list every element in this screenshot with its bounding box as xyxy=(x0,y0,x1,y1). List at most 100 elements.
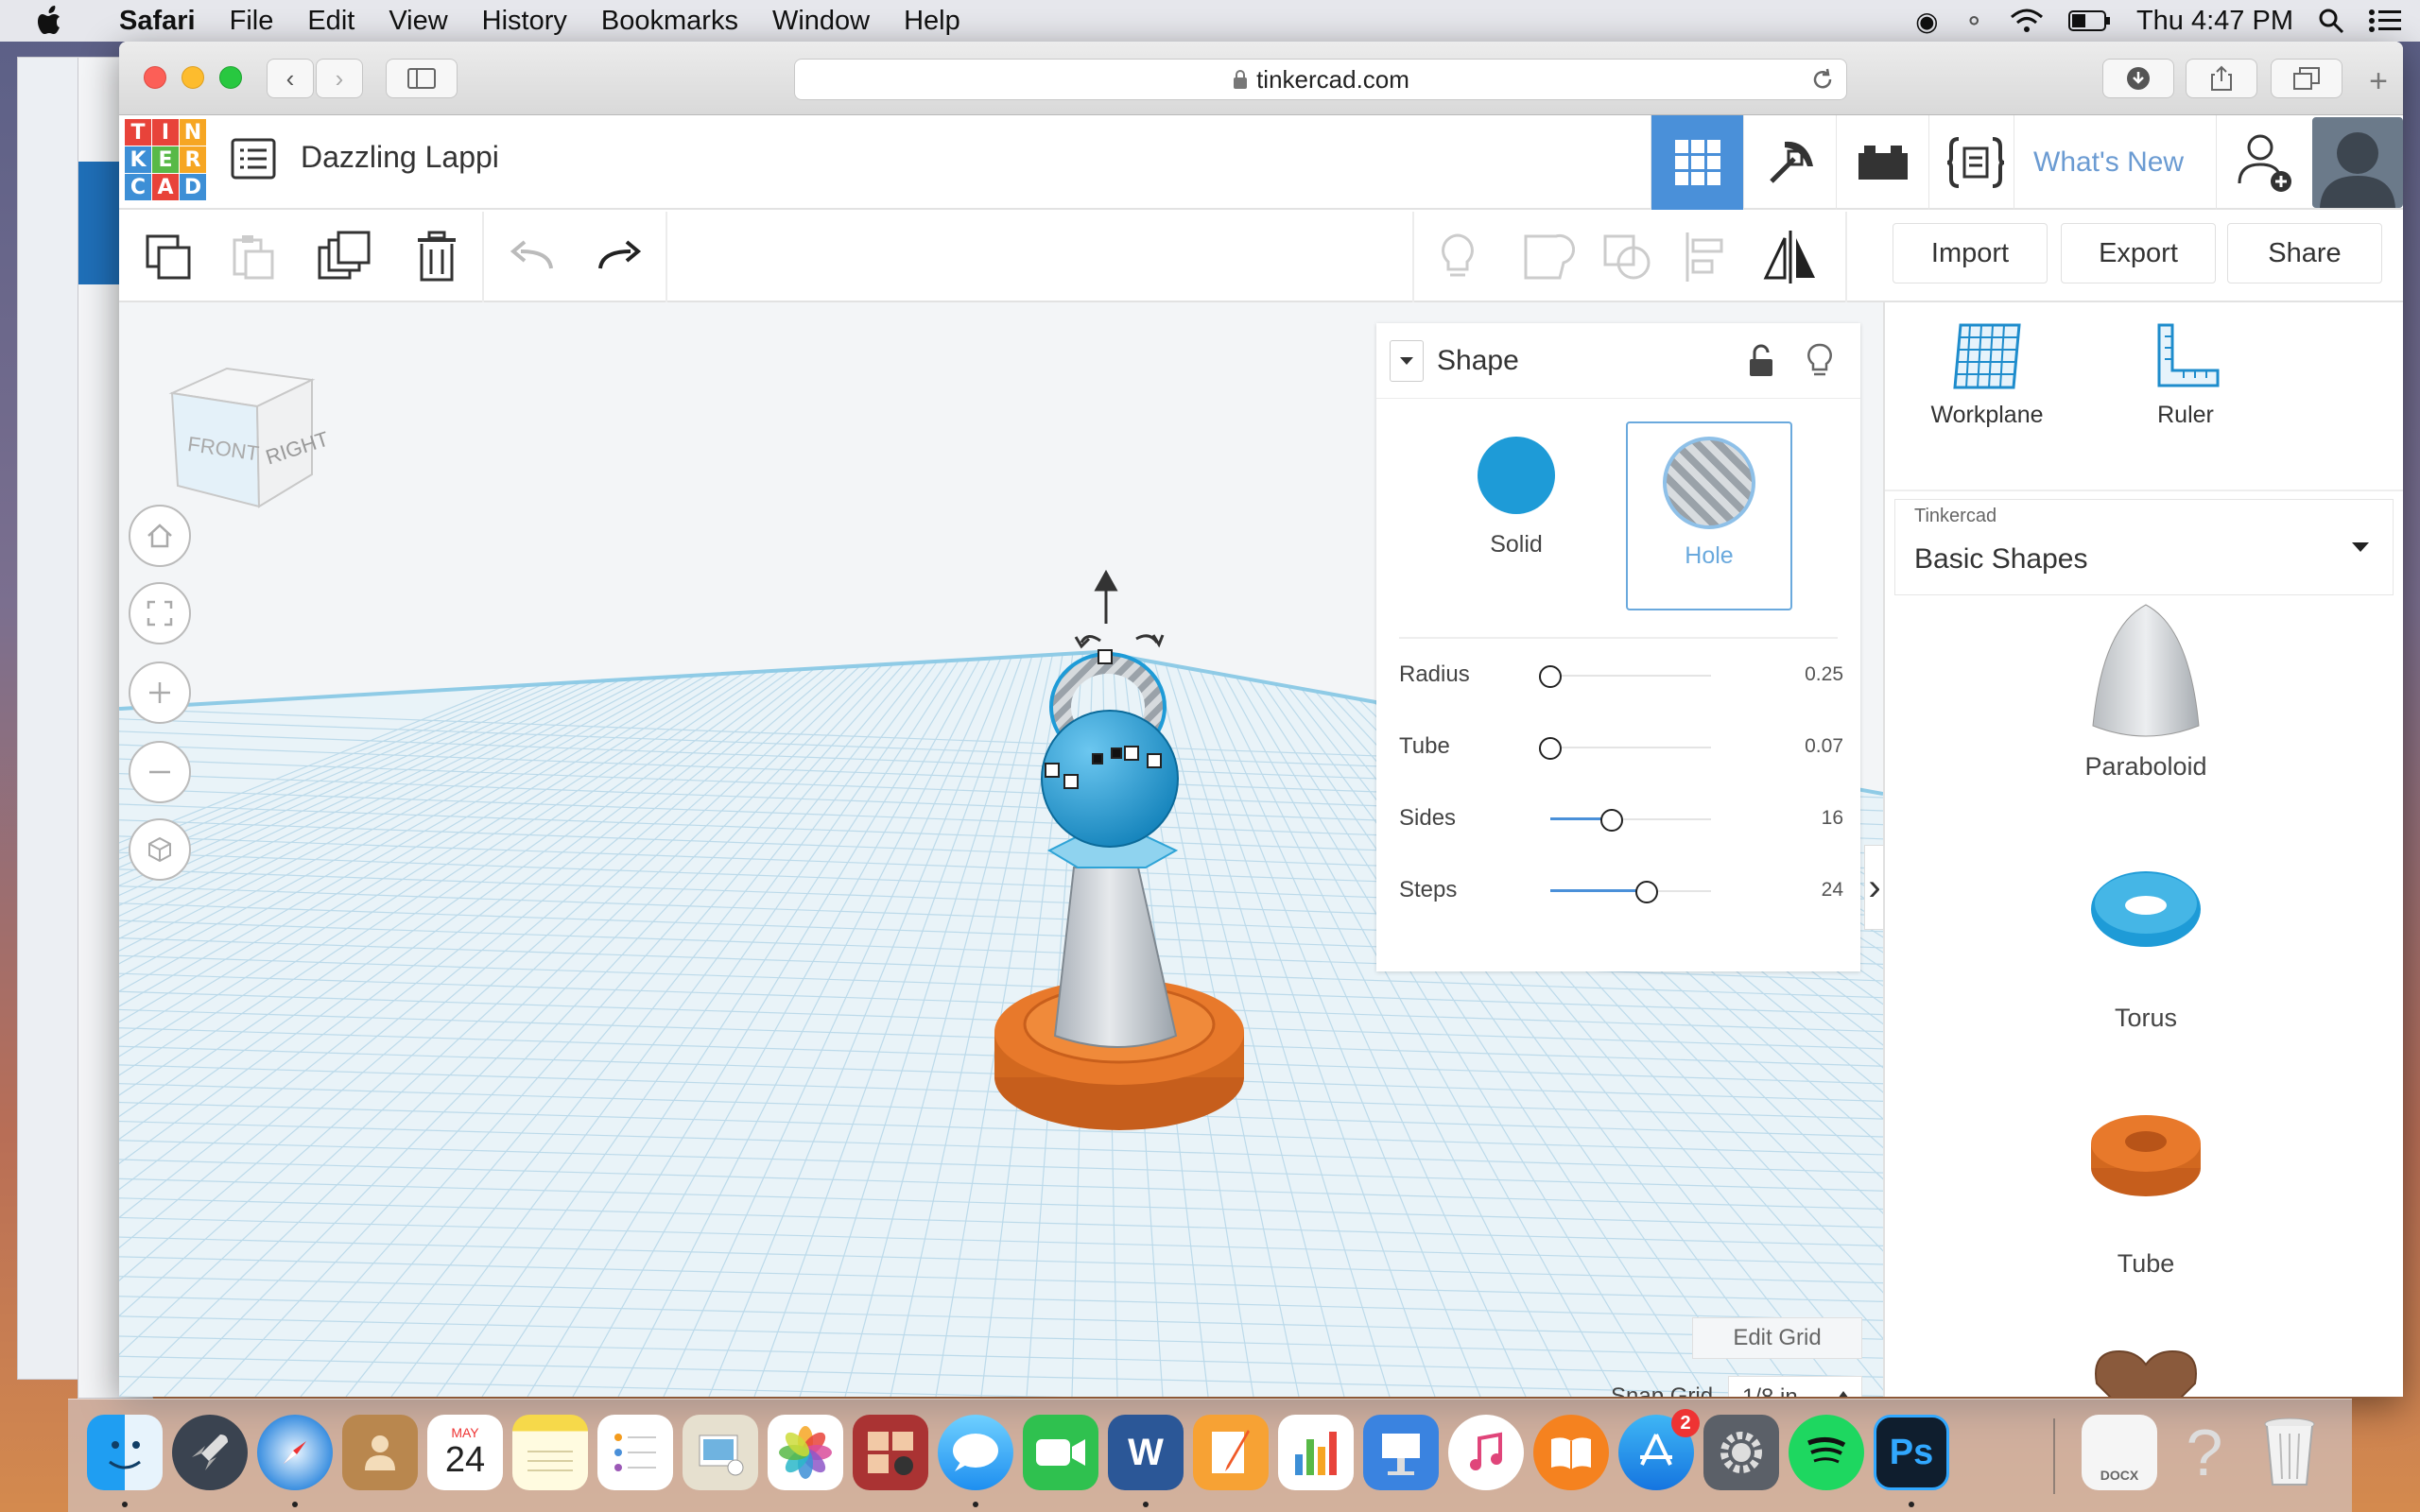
forward-button[interactable]: › xyxy=(316,59,363,98)
move-rotate-gizmo[interactable] xyxy=(1074,569,1165,649)
property-value[interactable]: 0.07 xyxy=(1805,735,1843,758)
slider-knob[interactable] xyxy=(1539,737,1562,760)
keynote-dock-icon[interactable] xyxy=(1363,1415,1439,1490)
redo-button[interactable] xyxy=(592,229,648,285)
apple-menu-icon[interactable] xyxy=(0,6,102,36)
3d-design-view-button[interactable] xyxy=(1651,115,1743,210)
property-value[interactable]: 16 xyxy=(1822,807,1843,830)
photo-booth-dock-icon[interactable] xyxy=(853,1415,928,1490)
finder-dock-icon[interactable] xyxy=(87,1415,163,1490)
edit-grid-button[interactable]: Edit Grid xyxy=(1692,1317,1862,1359)
ungroup-button[interactable] xyxy=(1599,229,1656,285)
whats-new-link[interactable]: What's New xyxy=(2014,115,2203,210)
resize-handle[interactable] xyxy=(1063,774,1079,789)
shape-library-select[interactable]: Tinkercad Basic Shapes xyxy=(1894,499,2394,595)
menu-file[interactable]: File xyxy=(213,6,291,37)
sidebar-toggle-button[interactable] xyxy=(386,59,458,98)
perspective-toggle-button[interactable] xyxy=(129,818,191,881)
wifi-icon[interactable] xyxy=(2010,8,2044,34)
workspace-viewport[interactable]: FRONT RIGHT Shape Solid Hole Radius 0.25… xyxy=(119,302,1883,1397)
undo-button[interactable] xyxy=(503,229,560,285)
import-button[interactable]: Import xyxy=(1893,223,2048,284)
address-bar[interactable]: tinkercad.com xyxy=(794,59,1847,100)
unlock-icon[interactable] xyxy=(1747,344,1775,378)
zoom-window-button[interactable] xyxy=(219,66,242,89)
word-dock-icon[interactable]: W xyxy=(1108,1415,1184,1490)
numbers-dock-icon[interactable] xyxy=(1278,1415,1354,1490)
menu-history[interactable]: History xyxy=(465,6,584,37)
property-value[interactable]: 24 xyxy=(1822,879,1843,902)
align-button[interactable] xyxy=(1677,229,1734,285)
creative-cloud-icon[interactable]: ⚬ xyxy=(1963,6,1985,37)
menu-window[interactable]: Window xyxy=(755,6,887,37)
notes-dock-icon[interactable] xyxy=(512,1415,588,1490)
photos-dock-icon[interactable] xyxy=(768,1415,843,1490)
menu-view[interactable]: View xyxy=(372,6,464,37)
resize-handle[interactable] xyxy=(1045,763,1060,778)
home-view-button[interactable] xyxy=(129,505,191,567)
share-page-button[interactable] xyxy=(2186,59,2257,98)
facetime-dock-icon[interactable] xyxy=(1023,1415,1098,1490)
collapse-panel-button[interactable]: › xyxy=(1864,845,1883,930)
resize-handle[interactable] xyxy=(1147,753,1162,768)
paste-button[interactable] xyxy=(225,229,282,285)
ruler-tool[interactable]: Ruler xyxy=(2123,321,2248,435)
slider-track[interactable] xyxy=(1550,747,1711,748)
snap-grid-select[interactable]: 1/8 in xyxy=(1728,1376,1862,1397)
fit-view-button[interactable] xyxy=(129,582,191,644)
hole-option[interactable]: Hole xyxy=(1626,421,1792,610)
show-all-button[interactable] xyxy=(1429,229,1486,285)
app-store-dock-icon[interactable]: 2 xyxy=(1618,1409,1700,1490)
contacts-dock-icon[interactable] xyxy=(342,1415,418,1490)
reload-icon[interactable] xyxy=(1810,67,1835,92)
tabs-overview-button[interactable] xyxy=(2271,59,2342,98)
duplicate-button[interactable] xyxy=(316,229,372,285)
shape-item-paraboloid[interactable]: Paraboloid xyxy=(2023,586,2269,813)
notification-center-icon[interactable] xyxy=(2369,9,2401,33)
close-window-button[interactable] xyxy=(144,66,166,89)
add-collaborator-button[interactable] xyxy=(2216,115,2310,210)
messages-dock-icon[interactable] xyxy=(938,1415,1013,1490)
share-button[interactable]: Share xyxy=(2227,223,2382,284)
back-button[interactable]: ‹ xyxy=(267,59,314,98)
spotify-dock-icon[interactable] xyxy=(1789,1415,1864,1490)
menu-bookmarks[interactable]: Bookmarks xyxy=(584,6,755,37)
battery-icon[interactable] xyxy=(2067,9,2112,32)
launchpad-dock-icon[interactable] xyxy=(172,1415,248,1490)
zoom-in-button[interactable] xyxy=(129,662,191,724)
menu-edit[interactable]: Edit xyxy=(290,6,372,37)
ibooks-dock-icon[interactable] xyxy=(1533,1415,1609,1490)
zoom-out-button[interactable] xyxy=(129,741,191,803)
calendar-dock-icon[interactable]: MAY 24 xyxy=(427,1415,503,1490)
resize-handle[interactable] xyxy=(1098,649,1113,664)
pages-dock-icon[interactable] xyxy=(1193,1415,1269,1490)
preview-dock-icon[interactable] xyxy=(683,1415,758,1490)
bricks-view-button[interactable] xyxy=(1836,115,1928,210)
delete-button[interactable] xyxy=(408,229,465,285)
minimize-window-button[interactable] xyxy=(182,66,204,89)
system-preferences-dock-icon[interactable] xyxy=(1703,1415,1779,1490)
slider-knob[interactable] xyxy=(1599,809,1623,832)
user-avatar[interactable] xyxy=(2312,117,2403,208)
copy-button[interactable] xyxy=(140,229,197,285)
safari-dock-icon[interactable] xyxy=(257,1415,333,1490)
reminders-dock-icon[interactable] xyxy=(597,1415,673,1490)
shape-item-heart[interactable] xyxy=(2023,1342,2269,1397)
photoshop-dock-icon[interactable]: Ps xyxy=(1874,1415,1949,1490)
slider-track[interactable] xyxy=(1550,675,1711,677)
cat-status-icon[interactable]: ◉ xyxy=(1915,6,1938,37)
resize-handle[interactable] xyxy=(1111,747,1122,759)
mirror-button[interactable] xyxy=(1762,229,1819,285)
group-button[interactable] xyxy=(1520,229,1577,285)
codeblocks-view-button[interactable] xyxy=(1928,115,2021,210)
collapse-inspector-button[interactable] xyxy=(1390,339,1424,382)
head-sphere[interactable] xyxy=(1041,710,1179,848)
solid-option[interactable]: Solid xyxy=(1435,421,1598,597)
workplane-tool[interactable]: Workplane xyxy=(1925,321,2049,435)
property-value[interactable]: 0.25 xyxy=(1805,663,1843,686)
design-title[interactable]: Dazzling Lappi xyxy=(301,140,499,175)
itunes-dock-icon[interactable] xyxy=(1448,1415,1524,1490)
menu-app-name[interactable]: Safari xyxy=(102,6,213,37)
help-dock-icon[interactable]: ? xyxy=(2167,1415,2242,1490)
hide-lightbulb-icon[interactable] xyxy=(1806,342,1834,380)
